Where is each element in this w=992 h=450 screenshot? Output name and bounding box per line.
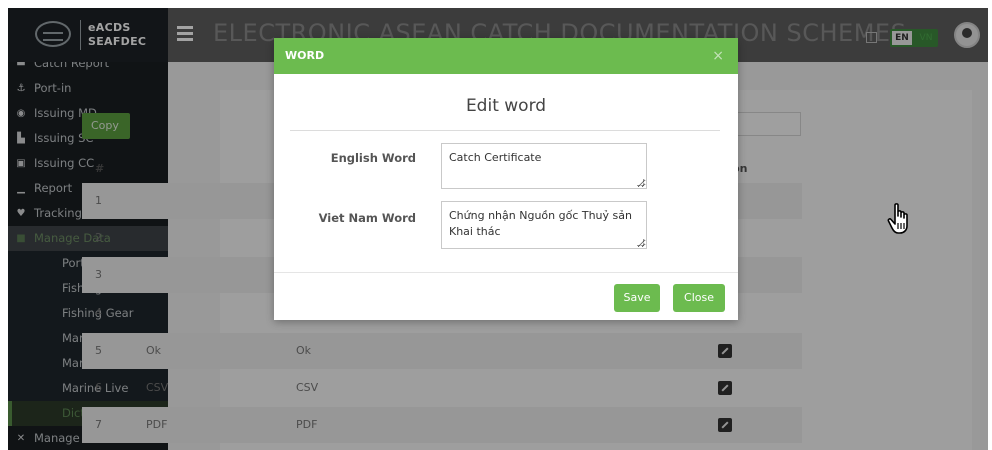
close-button[interactable]: Close (673, 284, 725, 312)
english-word-label: English Word (330, 151, 416, 165)
hand-cursor-icon (887, 203, 908, 234)
english-word-field[interactable]: Catch Certificate (441, 143, 647, 189)
divider (290, 130, 720, 131)
modal-title: Edit word (465, 96, 547, 116)
app-window: eACDS SEAFDEC ELECTRONIC ASEAN CATCH DOC… (8, 8, 988, 450)
vietnam-word-label: Viet Nam Word (318, 211, 416, 225)
modal-header: WORD × (274, 38, 738, 74)
modal-header-title: WORD (285, 49, 325, 62)
save-button[interactable]: Save (614, 284, 660, 312)
close-icon[interactable]: × (712, 38, 724, 74)
divider (274, 272, 738, 273)
edit-word-modal: WORD × Edit word English Word Catch Cert… (274, 38, 738, 320)
vietnam-word-field[interactable]: Chứng nhận Nguồn gốc Thuỷ sản Khai thác (441, 201, 647, 249)
